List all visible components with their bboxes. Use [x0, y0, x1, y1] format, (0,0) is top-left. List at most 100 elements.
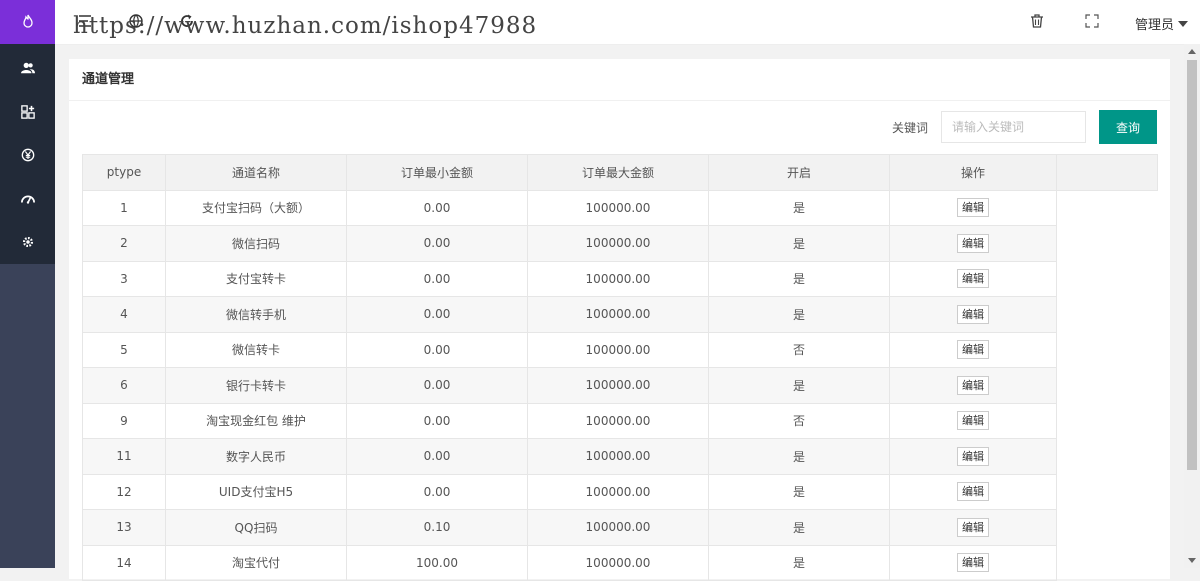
cell-min-amount: 100.00 — [346, 544, 528, 581]
cell-blank — [1056, 509, 1158, 545]
cell-enabled: 是 — [708, 367, 890, 404]
query-button[interactable]: 查询 — [1099, 110, 1157, 144]
cell-blank — [1056, 545, 1158, 581]
edit-button[interactable]: 编辑 — [957, 411, 989, 431]
cell-max-amount: 100000.00 — [527, 473, 709, 510]
cell-ptype: 3 — [82, 260, 166, 297]
cell-min-amount: 0.00 — [346, 225, 528, 262]
refresh-icon[interactable] — [179, 13, 195, 29]
table-row: 12 UID支付宝H5 0.00 100000.00 是 编辑 — [82, 473, 1158, 510]
users-icon — [20, 60, 35, 79]
cell-channel-name: 淘宝代付 — [165, 544, 347, 581]
scroll-thumb[interactable] — [1187, 60, 1197, 470]
header-actions[interactable]: 操作 — [889, 154, 1057, 191]
cell-enabled: 是 — [708, 189, 890, 226]
cell-channel-name: 支付宝扫码（大额） — [165, 189, 347, 226]
edit-button[interactable]: 编辑 — [957, 304, 989, 324]
menu-toggle-icon[interactable] — [77, 13, 93, 29]
cell-ptype: 5 — [82, 331, 166, 368]
cell-actions: 编辑 — [889, 438, 1057, 475]
cell-actions: 编辑 — [889, 189, 1057, 226]
settings-icon — [21, 234, 35, 253]
cell-actions: 编辑 — [889, 473, 1057, 510]
table-row: 13 QQ扫码 0.10 100000.00 是 编辑 — [82, 509, 1158, 546]
sidebar-item-users[interactable] — [0, 48, 55, 92]
cell-ptype: 4 — [82, 296, 166, 333]
cell-actions: 编辑 — [889, 367, 1057, 404]
trash-icon[interactable] — [1029, 13, 1045, 29]
cell-min-amount: 0.00 — [346, 402, 528, 439]
cell-blank — [1056, 261, 1158, 297]
table-row: 4 微信转手机 0.00 100000.00 是 编辑 — [82, 296, 1158, 333]
table-row: 9 淘宝现金红包 维护 0.00 100000.00 否 编辑 — [82, 402, 1158, 439]
cell-actions: 编辑 — [889, 260, 1057, 297]
scroll-down-icon[interactable] — [1188, 558, 1196, 563]
cell-actions: 编辑 — [889, 331, 1057, 368]
cell-actions: 编辑 — [889, 225, 1057, 262]
cell-blank — [1056, 403, 1158, 439]
edit-button[interactable]: 编辑 — [957, 233, 989, 253]
cell-max-amount: 100000.00 — [527, 509, 709, 546]
cell-enabled: 是 — [708, 260, 890, 297]
keyword-input[interactable] — [941, 111, 1086, 143]
channel-table: ptype 通道名称 订单最小金额 订单最大金额 开启 操作 1 支付宝扫码（大额… — [82, 154, 1158, 581]
cell-min-amount: 0.00 — [346, 367, 528, 404]
edit-button[interactable]: 编辑 — [957, 375, 989, 395]
edit-button[interactable]: 编辑 — [957, 446, 989, 466]
scroll-up-icon[interactable] — [1188, 49, 1196, 54]
dashboard-icon — [20, 191, 35, 210]
cell-min-amount: 0.00 — [346, 473, 528, 510]
table-row: 2 微信扫码 0.00 100000.00 是 编辑 — [82, 225, 1158, 262]
cell-enabled: 是 — [708, 473, 890, 510]
keyword-label: 关键词 — [891, 120, 928, 135]
cell-actions: 编辑 — [889, 509, 1057, 546]
search-bar: 关键词 查询 — [892, 110, 1157, 144]
logo-icon[interactable] — [0, 0, 55, 44]
header-max-amount[interactable]: 订单最大金额 — [527, 154, 709, 191]
fullscreen-icon[interactable] — [1084, 13, 1100, 29]
edit-button[interactable]: 编辑 — [957, 482, 989, 502]
cell-min-amount: 0.10 — [346, 509, 528, 546]
cell-channel-name: UID支付宝H5 — [165, 473, 347, 510]
cell-enabled: 否 — [708, 402, 890, 439]
header-min-amount[interactable]: 订单最小金额 — [346, 154, 528, 191]
sidebar-item-settings[interactable] — [0, 222, 55, 266]
cell-blank — [1056, 332, 1158, 368]
cell-max-amount: 100000.00 — [527, 544, 709, 581]
edit-button[interactable]: 编辑 — [957, 269, 989, 289]
sidebar-item-finance[interactable] — [0, 135, 55, 179]
cell-ptype: 1 — [82, 189, 166, 226]
edit-button[interactable]: 编辑 — [957, 340, 989, 360]
page-scrollbar[interactable] — [1184, 44, 1200, 568]
sidebar — [0, 0, 55, 568]
cell-max-amount: 100000.00 — [527, 367, 709, 404]
header-channel-name[interactable]: 通道名称 — [165, 154, 347, 191]
cell-enabled: 是 — [708, 296, 890, 333]
edit-button[interactable]: 编辑 — [957, 553, 989, 573]
cell-max-amount: 100000.00 — [527, 189, 709, 226]
header-enabled[interactable]: 开启 — [708, 154, 890, 191]
cell-blank — [1056, 438, 1158, 474]
cell-enabled: 是 — [708, 509, 890, 546]
edit-button[interactable]: 编辑 — [957, 517, 989, 537]
cell-min-amount: 0.00 — [346, 438, 528, 475]
cell-min-amount: 0.00 — [346, 331, 528, 368]
table-row: 1 支付宝扫码（大额） 0.00 100000.00 是 编辑 — [82, 189, 1158, 226]
table-row: 5 微信转卡 0.00 100000.00 否 编辑 — [82, 331, 1158, 368]
header-ptype[interactable]: ptype — [82, 154, 166, 191]
cell-ptype: 13 — [82, 509, 166, 546]
table-row: 11 数字人民币 0.00 100000.00 是 编辑 — [82, 438, 1158, 475]
main-card: 通道管理 关键词 查询 ptype 通道名称 订单最小金额 订单最大金额 开启 … — [69, 59, 1170, 581]
cell-channel-name: QQ扫码 — [165, 509, 347, 546]
sidebar-item-dashboard[interactable] — [0, 179, 55, 223]
cell-min-amount: 0.00 — [346, 296, 528, 333]
admin-menu[interactable]: 管理员 — [1135, 14, 1188, 33]
cell-ptype: 14 — [82, 544, 166, 581]
page-title: 通道管理 — [69, 59, 1170, 101]
globe-icon[interactable] — [128, 13, 144, 29]
cell-max-amount: 100000.00 — [527, 296, 709, 333]
edit-button[interactable]: 编辑 — [957, 198, 989, 218]
header-blank — [1056, 154, 1158, 191]
sidebar-nav — [0, 44, 55, 264]
sidebar-item-apps[interactable] — [0, 92, 55, 136]
